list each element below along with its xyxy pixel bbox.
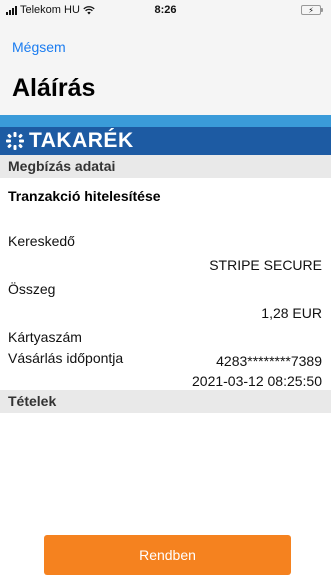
status-bar: Telekom HU 8:26 ⚡	[0, 0, 331, 22]
section-header-items: Tételek	[0, 390, 331, 413]
brand-strip	[0, 115, 331, 127]
ok-button[interactable]: Rendben	[44, 535, 291, 575]
page-title: Aláírás	[12, 74, 96, 102]
nav-header: Mégsem Aláírás	[0, 22, 331, 115]
brand-name: TAKARÉK	[29, 129, 134, 152]
clock: 8:26	[154, 4, 177, 16]
section-header-details: Megbízás adatai	[0, 155, 331, 178]
card-number-label: Kártyaszám	[8, 329, 82, 345]
amount-value: 1,28 EUR	[261, 305, 322, 321]
takarek-logo-icon	[6, 132, 24, 150]
purchase-time-label: Vásárlás időpontja	[8, 350, 124, 366]
amount-label: Összeg	[8, 281, 56, 297]
battery-charging-icon: ⚡	[301, 5, 323, 15]
merchant-value: STRIPE SECURE	[209, 257, 322, 273]
brand-bar: TAKARÉK	[0, 127, 331, 155]
merchant-label: Kereskedő	[8, 233, 75, 249]
transaction-title: Tranzakció hitelesítése	[8, 188, 161, 204]
card-number-value: 4283********7389	[216, 353, 322, 369]
purchase-time-value: 2021-03-12 08:25:50	[192, 373, 322, 389]
cancel-button[interactable]: Mégsem	[12, 39, 66, 55]
